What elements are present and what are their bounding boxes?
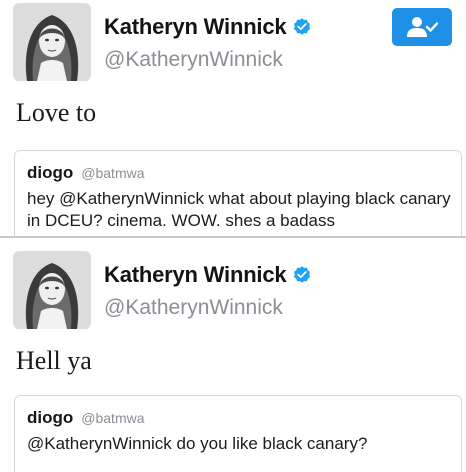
tweet-card: Katheryn Winnick @KatherynWinnick Hell y… [0, 238, 466, 472]
portrait-avatar-icon [13, 3, 91, 81]
quoted-tweet-header: diogo @batmwa [27, 408, 145, 428]
portrait-avatar-icon [13, 251, 91, 329]
tweet-card: Katheryn Winnick @KatherynWinnick Love t… [0, 0, 466, 236]
quoted-author-handle: @batmwa [81, 165, 145, 181]
following-button[interactable] [392, 8, 452, 46]
author-avatar[interactable] [13, 3, 91, 81]
quoted-tweet-card[interactable]: diogo @batmwa hey @KatherynWinnick what … [14, 150, 462, 236]
author-handle[interactable]: @KatherynWinnick [104, 296, 283, 320]
tweet-text: Love to [16, 98, 97, 127]
quoted-author-name: diogo [27, 408, 74, 427]
quoted-tweet-text: hey @KatherynWinnick what about playing … [27, 189, 451, 230]
quoted-tweet-card[interactable]: diogo @batmwa @KatherynWinnick do you li… [14, 395, 462, 472]
verified-badge-icon [292, 17, 312, 37]
quoted-author-handle: @batmwa [81, 410, 145, 426]
quoted-tweet-header: diogo @batmwa [27, 163, 145, 183]
author-display-name[interactable]: Katheryn Winnick [104, 14, 287, 40]
author-name-row: Katheryn Winnick [104, 14, 312, 40]
author-name-row: Katheryn Winnick [104, 262, 312, 288]
tweet-text: Hell ya [16, 346, 92, 375]
author-avatar[interactable] [13, 251, 91, 329]
quoted-author-name: diogo [27, 163, 74, 182]
author-handle[interactable]: @KatherynWinnick [104, 48, 283, 72]
author-display-name[interactable]: Katheryn Winnick [104, 262, 287, 288]
verified-badge-icon [292, 265, 312, 285]
quoted-tweet-text: @KatherynWinnick do you like black canar… [27, 434, 368, 453]
tweet-screenshot-collage: Katheryn Winnick @KatherynWinnick Love t… [0, 0, 466, 472]
follow-user-check-icon [407, 17, 439, 37]
